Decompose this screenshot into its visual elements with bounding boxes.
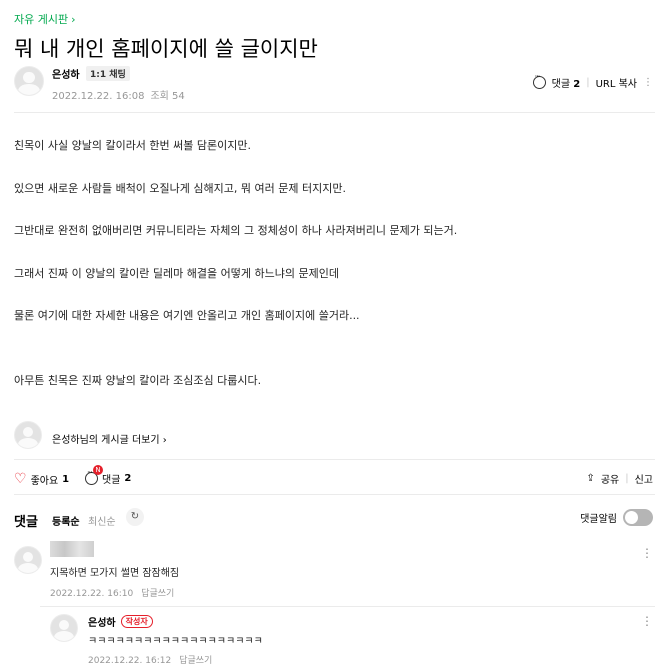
reply-meta: 2022.12.22. 16:12 답글쓰기 (88, 653, 220, 666)
comment-meta: 2022.12.22. 16:10 답글쓰기 (50, 586, 182, 599)
comment-button[interactable]: 댓글 2 (85, 468, 132, 486)
comment-link[interactable]: 댓글 2 (552, 75, 581, 90)
share-area: ⇪ 공유 | 신고 (586, 471, 653, 486)
new-badge: N (93, 465, 103, 475)
chat-badge[interactable]: 1:1 채팅 (86, 66, 130, 81)
divider (14, 459, 655, 460)
post-date: 2022.12.22. 16:08 (52, 91, 145, 102)
comment-alarm: 댓글알림 (580, 509, 653, 526)
reply-avatar[interactable] (50, 614, 78, 642)
comments-title: 댓글 (14, 515, 38, 530)
divider: | (625, 473, 629, 484)
paragraph: 아무튼 친목은 진짜 양날의 칼이라 조심조심 다룹시다. (14, 374, 262, 387)
profile-avatar[interactable] (14, 421, 42, 449)
reply-header: 은성하 작성자 (88, 614, 153, 629)
like-count: 1 (62, 473, 70, 485)
post-toolbar: 댓글 2 | URL 복사 ⋮ (532, 72, 653, 90)
divider (14, 112, 655, 113)
alarm-label: 댓글알림 (580, 514, 617, 525)
paragraph: 그래서 진짜 이 양날의 칼이란 딜레마 해결을 어떻게 하느냐의 문제인데 (14, 267, 339, 280)
comment-count: 2 (124, 473, 132, 484)
paragraph: 그반대로 완전히 없애버리면 커뮤니티라는 자체의 그 정체성이 하나 사라져버… (14, 224, 458, 237)
reply-text: ㅋㅋㅋㅋㅋㅋㅋㅋㅋㅋㅋㅋㅋㅋㅋㅋㅋㅋㅋ (88, 636, 263, 647)
author-name[interactable]: 은성하 (52, 66, 80, 81)
author-avatar[interactable] (14, 66, 44, 96)
report-button[interactable]: 신고 (635, 471, 653, 486)
author-posts-link[interactable]: 은성하님의 게시글 더보기 › (52, 431, 167, 446)
post-views: 조회 54 (150, 91, 185, 102)
share-icon[interactable]: ⇪ (586, 473, 594, 484)
paragraph: 친목이 사실 양날의 칼이라서 한번 써볼 담론이지만. (14, 139, 251, 152)
writer-badge: 작성자 (120, 615, 153, 628)
comment-date: 2022.12.22. 16:10 (50, 589, 134, 599)
chevron-right-icon: › (71, 13, 76, 26)
share-button[interactable]: 공유 (601, 471, 619, 486)
sort-latest[interactable]: 최신순 (88, 513, 116, 528)
reply-author[interactable]: 은성하 (88, 614, 116, 629)
post-meta: 2022.12.22. 16:08 조회 54 (52, 87, 191, 102)
more-icon[interactable]: ⋮ (643, 77, 653, 88)
divider: | (586, 77, 590, 88)
reply-button[interactable]: 답글쓰기 (141, 589, 174, 599)
alarm-toggle[interactable] (623, 509, 653, 526)
chevron-right-icon: › (162, 435, 167, 446)
commenter-avatar[interactable] (14, 546, 42, 574)
like-label: 좋아요 (30, 475, 59, 487)
comment-bubble-icon[interactable] (532, 72, 546, 89)
like-button[interactable]: ♡ 좋아요 1 (14, 471, 69, 487)
comment-text: 지목하면 모가지 썰면 잠잠해짐 (50, 568, 180, 579)
divider (14, 494, 655, 495)
more-icon[interactable]: ⋮ (641, 614, 653, 628)
blurred-username (50, 541, 94, 557)
heart-icon: ♡ (14, 471, 27, 487)
category-link[interactable]: 자유 게시판 › (14, 11, 76, 27)
reply-date: 2022.12.22. 16:12 (88, 656, 172, 666)
category-label: 자유 게시판 (14, 13, 69, 26)
paragraph: 있으면 새로운 사람들 배척이 오질나게 심해지고, 뭐 여러 문제 터지지만. (14, 182, 346, 195)
refresh-icon[interactable]: ↻ (126, 508, 144, 526)
more-icon[interactable]: ⋮ (641, 546, 653, 560)
url-copy-button[interactable]: URL 복사 (596, 75, 637, 90)
reply-button[interactable]: 답글쓰기 (179, 656, 212, 666)
author-posts-label: 은성하님의 게시글 더보기 (52, 435, 160, 446)
post-title: 뭐 내 개인 홈페이지에 쓸 글이지만 (14, 37, 318, 61)
sort-registered[interactable]: 등록순 (52, 513, 80, 528)
comment-label: 댓글 (102, 475, 121, 486)
paragraph: 물론 여기에 대한 자세한 내용은 여기엔 안올리고 개인 홈페이지에 쓸거라.… (14, 309, 360, 322)
